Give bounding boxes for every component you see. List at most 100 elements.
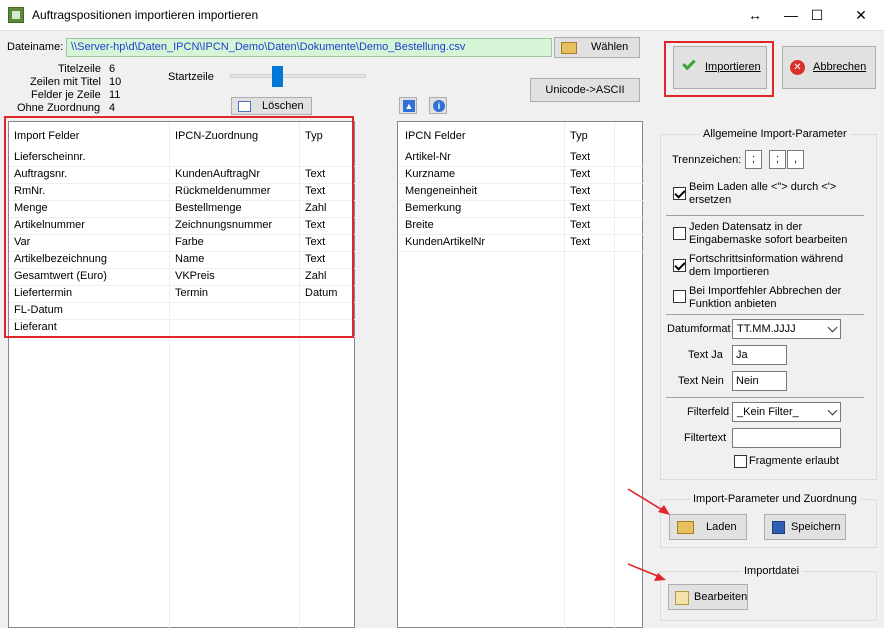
separator-input-1[interactable]: ; <box>745 150 762 169</box>
delete-icon <box>238 101 251 112</box>
start-row-slider-thumb[interactable] <box>272 66 283 87</box>
ipcn-row-ipcn-field[interactable]: Bemerkung <box>405 200 461 217</box>
start-row-label: Startzeile <box>168 71 214 83</box>
cancel-label: Abbrechen <box>813 61 867 73</box>
import-label: Importieren <box>705 61 761 73</box>
save-button[interactable]: Speichern <box>764 514 846 540</box>
separator-label: Trennzeichen: <box>672 154 742 166</box>
separator-line <box>666 397 864 398</box>
title-bar: Auftragspositionen importieren importier… <box>0 0 884 31</box>
annotation-arrow-load <box>627 488 670 515</box>
col-header-ipcn[interactable]: IPCN Felder <box>405 128 466 145</box>
move-up-button[interactable]: ▲ <box>399 97 417 114</box>
app-icon <box>8 7 24 23</box>
ipcn-row-ipcn-field-type[interactable]: Text <box>570 217 590 234</box>
ipcn-row-ipcn-field[interactable]: KundenArtikelNr <box>405 234 485 251</box>
replace-quotes-checkbox[interactable] <box>673 187 686 200</box>
title-row-value: 6 <box>109 63 116 75</box>
abort-on-error-label-1: Bei Importfehler Abbrechen der <box>689 285 842 297</box>
separator-line <box>666 215 864 216</box>
annotation-arrow-edit <box>627 563 666 581</box>
chevron-down-icon <box>827 405 838 416</box>
date-format-select[interactable]: TT.MM.JJJJ <box>732 319 841 339</box>
import-table-highlight <box>4 116 354 338</box>
separator-input-3[interactable]: , <box>787 150 804 169</box>
separator-input-2[interactable]: ; <box>769 150 786 169</box>
info-icon: i <box>433 100 445 112</box>
filter-field-select[interactable]: _Kein Filter_ <box>732 402 841 422</box>
progress-info-label-2: dem Importieren <box>689 266 770 278</box>
maximize-button[interactable]: ☐ <box>798 0 836 31</box>
fields-per-row-label: Felder je Zeile <box>31 89 101 101</box>
ipcn-row-ipcn-field[interactable]: Kurzname <box>405 166 455 183</box>
text-yes-label: Text Ja <box>688 349 723 361</box>
window-title: Auftragspositionen importieren importier… <box>32 8 259 22</box>
choose-file-button[interactable]: Wählen <box>554 37 640 58</box>
info-button[interactable]: i <box>429 97 447 114</box>
filename-label: Dateiname: <box>7 41 64 53</box>
title-row-label: Titelzeile <box>58 63 101 75</box>
filter-text-label: Filtertext <box>684 432 727 444</box>
resize-icon[interactable]: ↔ <box>736 0 774 31</box>
filename-input[interactable]: \\Server-hp\d\Daten_IPCN\IPCN_Demo\Daten… <box>66 38 552 57</box>
fragments-checkbox[interactable] <box>734 455 747 468</box>
params-group-title: Allgemeine Import-Parameter <box>700 128 850 140</box>
ipcn-row-ipcn-field-type[interactable]: Text <box>570 234 590 251</box>
ipcn-row-ipcn-field-type[interactable]: Text <box>570 149 590 166</box>
load-label: Laden <box>706 521 737 533</box>
cancel-button[interactable]: ✕ Abbrechen <box>782 46 876 89</box>
progress-info-checkbox[interactable] <box>673 259 686 272</box>
text-yes-input[interactable]: Ja <box>732 345 787 365</box>
ipcn-row-ipcn-field-type[interactable]: Text <box>570 183 590 200</box>
chevron-down-icon <box>827 322 838 333</box>
close-button[interactable]: ✕ <box>842 0 880 31</box>
without-assignment-label: Ohne Zuordnung <box>17 102 101 114</box>
filter-field-label: Filterfeld <box>687 406 730 418</box>
ipcn-row-ipcn-field-type[interactable]: Text <box>570 200 590 217</box>
arrow-up-icon: ▲ <box>403 100 415 112</box>
filter-field-value: _Kein Filter_ <box>737 406 799 418</box>
cancel-icon: ✕ <box>790 60 805 75</box>
edit-record-label-1: Jeden Datensatz in der <box>689 221 803 233</box>
ipcn-row-ipcn-field[interactable]: Breite <box>405 217 434 234</box>
delete-label: Löschen <box>262 100 304 112</box>
delete-button[interactable]: Löschen <box>231 97 312 115</box>
fields-per-row-value: 11 <box>109 89 121 101</box>
col-header-ipcn-type[interactable]: Typ <box>570 128 588 145</box>
separator-line <box>666 314 864 315</box>
mapping-group-title: Import-Parameter und Zuordnung <box>690 493 860 505</box>
unicode-ascii-button[interactable]: Unicode->ASCII <box>530 78 640 102</box>
rows-with-title-label: Zeilen mit Titel <box>30 76 101 88</box>
abort-on-error-checkbox[interactable] <box>673 290 686 303</box>
date-format-value: TT.MM.JJJJ <box>737 323 796 335</box>
text-no-input[interactable]: Nein <box>732 371 787 391</box>
ipcn-fields-table[interactable]: IPCN Felder Typ Artikel-Nr Text Kurzname Te… <box>397 121 643 628</box>
text-no-label: Text Nein <box>678 375 724 387</box>
edit-record-checkbox[interactable] <box>673 227 686 240</box>
fragments-label: Fragmente erlaubt <box>749 455 839 467</box>
floppy-disk-icon <box>772 521 785 534</box>
folder-icon <box>561 42 577 54</box>
save-label: Speichern <box>791 521 841 533</box>
ipcn-row-ipcn-field[interactable]: Mengeneinheit <box>405 183 477 200</box>
rows-with-title-value: 10 <box>109 76 122 88</box>
without-assignment-value: 4 <box>109 102 116 114</box>
date-format-label: Datumformat <box>667 323 731 335</box>
edit-record-label-2: Eingabemaske sofort bearbeiten <box>689 234 848 246</box>
choose-file-label: Wählen <box>591 41 629 53</box>
import-button[interactable]: Importieren <box>673 46 767 89</box>
folder-open-icon <box>677 521 694 534</box>
filter-text-input[interactable] <box>732 428 841 448</box>
start-row-slider-track[interactable] <box>230 74 366 78</box>
abort-on-error-label-2: Funktion anbieten <box>689 298 777 310</box>
import-file-group-title: Importdatei <box>741 565 803 577</box>
progress-info-label-1: Fortschrittsinformation während <box>689 253 844 265</box>
replace-quotes-label-2: ersetzen <box>689 194 732 206</box>
replace-quotes-label-1: Beim Laden alle <"> durch <'> <box>689 181 837 193</box>
edit-file-button[interactable]: Bearbeiten <box>668 584 748 610</box>
edit-document-icon <box>675 591 689 605</box>
ipcn-row-ipcn-field-type[interactable]: Text <box>570 166 590 183</box>
ipcn-row-ipcn-field[interactable]: Artikel-Nr <box>405 149 451 166</box>
load-button[interactable]: Laden <box>669 514 747 540</box>
checkmark-icon <box>682 56 696 71</box>
